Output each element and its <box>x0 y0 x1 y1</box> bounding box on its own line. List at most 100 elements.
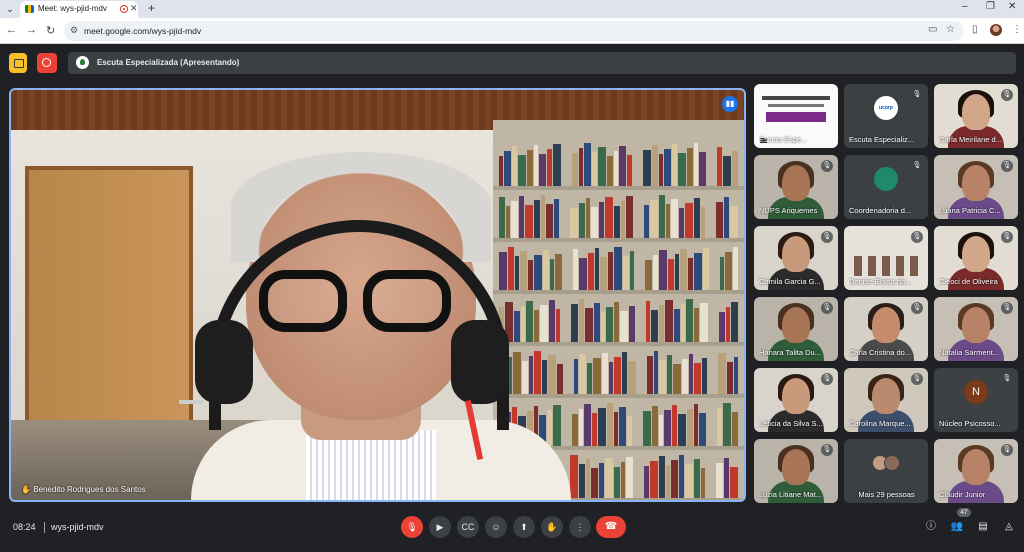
clock: 08:24 <box>13 522 36 532</box>
participant-name: Escuta Especializ... <box>849 135 915 144</box>
speaking-indicator-icon: ▮▮ <box>722 96 738 112</box>
raise-hand-button[interactable]: ✋ <box>541 516 563 538</box>
participant-name: Claudir Junior <box>939 490 986 499</box>
participant-face <box>872 307 900 343</box>
participant-tile[interactable]: 🎙 Leticia da Silva S... <box>754 368 838 432</box>
mic-muted-icon: 🎙 <box>821 231 833 243</box>
meet-favicon-icon <box>25 5 34 13</box>
microphone-off-button[interactable]: 🎙 <box>401 516 423 538</box>
mic-muted-icon: 🎙 <box>821 160 833 172</box>
participant-tile[interactable]: 🎙 Cleoci de Oliveira <box>934 226 1018 290</box>
browser-menu-icon[interactable]: ⋮ <box>1012 24 1022 35</box>
mic-muted-icon: 🎙 <box>911 302 923 314</box>
site-info-icon[interactable]: ⚙ <box>70 25 78 36</box>
participant-name: Núcleo Psicosso... <box>939 419 1001 428</box>
participant-name: Carla Cristina do... <box>849 348 912 357</box>
participant-face <box>782 236 810 272</box>
participant-name: Mais 29 pessoas <box>858 490 915 499</box>
speaker-figure <box>151 130 591 500</box>
mic-muted-icon: 🎙 <box>1001 231 1013 243</box>
back-arrow-icon[interactable]: ← <box>6 24 17 36</box>
participant-tile[interactable]: 🎙 Carolina Marque... <box>844 368 928 432</box>
forward-arrow-icon[interactable]: → <box>26 24 37 36</box>
chat-icon[interactable]: ▤ <box>976 520 990 534</box>
captions-button[interactable]: CC <box>457 516 479 538</box>
participants-count-badge: 47 <box>957 508 971 517</box>
recording-indicator-icon <box>120 5 128 13</box>
main-speaker-video[interactable]: ▮▮ Benedito Rodrigues dos Santos <box>9 88 746 502</box>
participant-name: Leticia da Silva S... <box>759 419 823 428</box>
participant-name: Luana Patricia C... <box>939 206 1001 215</box>
participant-name: Denise Eloisa da... <box>849 277 912 286</box>
participant-tile[interactable]: 🎙 Luana Patricia C... <box>934 155 1018 219</box>
close-tab-icon[interactable]: ✕ <box>130 3 138 14</box>
camera-button[interactable]: ▶ <box>429 516 451 538</box>
address-url[interactable]: meet.google.com/wys-pjid-mdv <box>84 26 201 36</box>
stop-presenting-icon[interactable] <box>9 53 27 73</box>
mic-muted-icon: 🎙 <box>1001 89 1013 101</box>
people-icon[interactable]: 👥 <box>950 520 964 534</box>
present-screen-button[interactable]: ⬆ <box>513 516 535 538</box>
close-window-button[interactable]: ✕ <box>1008 1 1016 12</box>
participant-tile[interactable]: 🎙 Natalia Sarment... <box>934 297 1018 361</box>
participant-name: Coordenadoria d... <box>849 206 912 215</box>
participant-tile[interactable]: N 🎙 Núcleo Psicosso... <box>934 368 1018 432</box>
meet-call-area: Escuta Especializada (Apresentando) ▮▮ B… <box>0 44 1024 552</box>
main-speaker-name: Benedito Rodrigues dos Santos <box>21 485 146 494</box>
participant-name: Natalia Sarment... <box>939 348 1000 357</box>
cast-icon[interactable]: ▭ <box>928 24 937 35</box>
browser-toolbar: ← → ↻ ⚙ meet.google.com/wys-pjid-mdv ▭ ☆… <box>0 18 1024 44</box>
participant-tile[interactable]: Escuta Espe... <box>754 84 838 148</box>
new-tab-button[interactable]: + <box>148 1 155 15</box>
mic-muted-icon: 🎙 <box>1001 373 1013 385</box>
participant-name: Luzia Litiane Mat... <box>759 490 822 499</box>
participant-tile[interactable]: 🎙 Carla Meirilane d... <box>934 84 1018 148</box>
activities-icon[interactable]: ◬ <box>1002 520 1016 534</box>
participant-avatar <box>884 455 900 471</box>
participant-tile[interactable]: 🎙 Camila Garcia G... <box>754 226 838 290</box>
participant-tile[interactable]: 🎙 Luzia Litiane Mat... <box>754 439 838 503</box>
leave-call-button[interactable]: ☎ <box>596 516 626 538</box>
participant-name: Escuta Espe... <box>759 135 808 144</box>
participant-tile[interactable]: 🎙 NUPS Ariquemes <box>754 155 838 219</box>
participant-name: Hanara Talita Du... <box>759 348 821 357</box>
participant-face <box>782 307 810 343</box>
browser-tab-bar: ⌄ Meet: wys-pjid-mdv ✕ + – ❐ ✕ <box>0 0 1024 18</box>
participant-tile[interactable]: 🎙 Hanara Talita Du... <box>754 297 838 361</box>
participant-tile[interactable]: 🎙 Denise Eloisa da... <box>844 226 928 290</box>
participant-name: NUPS Ariquemes <box>759 206 818 215</box>
recording-icon[interactable] <box>37 53 57 73</box>
participant-face <box>962 94 990 130</box>
mic-muted-icon: 🎙 <box>1001 302 1013 314</box>
mic-muted-icon: 🎙 <box>911 373 923 385</box>
participant-name: Carolina Marque... <box>849 419 911 428</box>
mic-muted-icon: 🎙 <box>911 231 923 243</box>
presenter-avatar <box>76 56 89 69</box>
mic-muted-icon: 🎙 <box>911 89 923 101</box>
reload-icon[interactable]: ↻ <box>46 24 55 37</box>
minimize-window-button[interactable]: – <box>962 1 968 12</box>
browser-tab[interactable]: Meet: wys-pjid-mdv ✕ <box>20 1 138 18</box>
profile-avatar[interactable] <box>990 24 1002 36</box>
emoji-reactions-button[interactable]: ☺ <box>485 516 507 538</box>
maximize-window-button[interactable]: ❐ <box>986 1 995 12</box>
participant-tile[interactable]: 🎙 Carla Cristina do... <box>844 297 928 361</box>
mic-muted-icon: 🎙 <box>911 160 923 172</box>
participant-tile[interactable]: 🎙 Coordenadoria d... <box>844 155 928 219</box>
tab-search-chevron-icon[interactable]: ⌄ <box>3 2 17 16</box>
more-options-button[interactable]: ⋮ <box>569 516 591 538</box>
mic-muted-icon: 🎙 <box>821 444 833 456</box>
participant-tile[interactable]: 🎙 Claudir Junior <box>934 439 1018 503</box>
participant-tile[interactable]: Mais 29 pessoas <box>844 439 928 503</box>
participant-name: Carla Meirilane d... <box>939 135 1002 144</box>
address-bar[interactable]: ⚙ meet.google.com/wys-pjid-mdv ▭ ☆ <box>64 21 964 41</box>
participant-face <box>782 449 810 485</box>
mic-muted-icon: 🎙 <box>821 302 833 314</box>
participant-tile[interactable]: ucorp 🎙 Escuta Especializ... <box>844 84 928 148</box>
mic-muted-icon: 🎙 <box>821 373 833 385</box>
meeting-info-icon[interactable]: ⓘ <box>924 520 938 534</box>
bookmark-star-icon[interactable]: ☆ <box>946 24 955 35</box>
presenting-label: Escuta Especializada (Apresentando) <box>97 58 240 67</box>
participant-name: Cleoci de Oliveira <box>939 277 998 286</box>
side-panel-icon[interactable]: ▯ <box>972 24 978 35</box>
